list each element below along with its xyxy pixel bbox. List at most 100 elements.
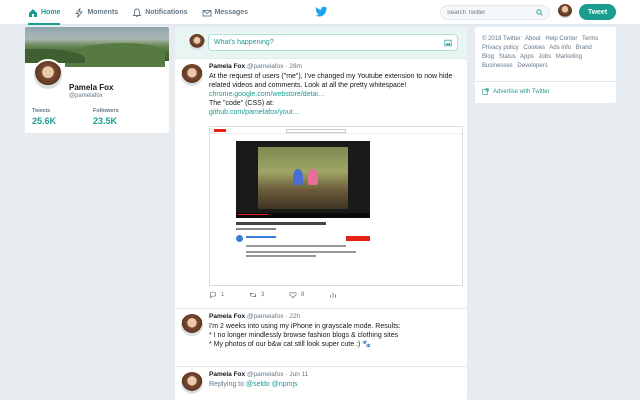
tweet-text: I'm 2 weeks into using my iPhone in gray…: [209, 322, 459, 349]
tweet-line: At the request of users ("me"), I've cha…: [209, 73, 453, 80]
analytics-action[interactable]: [329, 291, 369, 299]
advertise-label: Advertise with Twitter: [493, 88, 550, 95]
account-avatar[interactable]: [558, 4, 572, 18]
lightning-icon: [75, 7, 84, 18]
search-icon[interactable]: [536, 9, 543, 16]
footer-link-businesses[interactable]: Businesses: [482, 63, 513, 69]
video-progress-bar: [236, 213, 370, 218]
tweet-avatar[interactable]: [181, 314, 203, 336]
nav-notifications[interactable]: Notifications: [132, 0, 188, 25]
footer-link-cookies[interactable]: Cookies: [523, 45, 545, 51]
profile-banner[interactable]: [25, 27, 169, 67]
heart-icon: [289, 292, 297, 299]
nav-messages[interactable]: Messages: [202, 0, 248, 25]
tweet-author-name[interactable]: Pamela Fox: [209, 313, 245, 320]
image-search-bar: [286, 129, 346, 133]
nav-messages-label: Messages: [214, 9, 249, 16]
home-icon: [29, 8, 37, 17]
retweet-icon: [249, 292, 257, 298]
advertise-link[interactable]: Advertise with Twitter: [482, 88, 550, 95]
envelope-icon: [202, 9, 212, 16]
tweet-header: Pamela Fox @pamelafox · 28m: [209, 63, 302, 70]
tweet-button[interactable]: Tweet: [579, 4, 616, 20]
tweet-timestamp[interactable]: · 28m: [285, 63, 302, 70]
tweet-actions: 1 3 8: [209, 291, 369, 299]
puppet-blue: [293, 169, 303, 185]
tweet-reply-context: Replying to @seldo @npmjs: [209, 380, 459, 389]
image-description-line: [246, 255, 316, 257]
nav-moments[interactable]: Moments: [74, 0, 118, 25]
footer-divider: [475, 81, 616, 82]
followers-stat[interactable]: Followers 23.5K: [93, 108, 119, 126]
footer-link-status[interactable]: Status: [499, 54, 516, 60]
tweet-author-handle[interactable]: @pamelafox: [247, 371, 284, 378]
tweet-link-chrome-webstore[interactable]: chrome.google.com/webstore/detai…: [209, 90, 459, 99]
compose-box[interactable]: [208, 34, 458, 51]
external-link-icon: [482, 88, 489, 95]
image-subscribe-button: [346, 236, 370, 241]
footer-link-terms[interactable]: Terms: [582, 36, 598, 42]
image-icon[interactable]: [444, 39, 452, 47]
nav-moments-label: Moments: [87, 9, 119, 16]
like-action[interactable]: 8: [289, 291, 329, 299]
compose-input[interactable]: [214, 39, 434, 46]
tweet-line: The "code" (CSS) at:: [209, 100, 274, 107]
footer-link-ads-info[interactable]: Ads info: [549, 45, 571, 51]
top-navigation-bar: Home Moments Notifications Messages Twee…: [0, 0, 640, 25]
tweet-header: Pamela Fox @pamelafox · 22h: [209, 313, 300, 320]
reply-prefix: Replying to: [209, 381, 245, 388]
tweet-timestamp[interactable]: · Jun 11: [285, 371, 308, 378]
search-input[interactable]: [447, 9, 533, 16]
tweet-header: Pamela Fox @pamelafox · Jun 11: [209, 371, 308, 378]
footer-link-jobs[interactable]: Jobs: [538, 54, 551, 60]
tweet-line: * I no longer mindlessly browse fashion …: [209, 332, 399, 339]
nav-notifications-label: Notifications: [145, 9, 188, 16]
tweet-avatar[interactable]: [181, 64, 203, 86]
tweet-author-name[interactable]: Pamela Fox: [209, 63, 245, 70]
reply-icon: [210, 291, 217, 299]
reply-action[interactable]: 1: [209, 291, 249, 299]
reply-count: 1: [221, 292, 225, 298]
tweet[interactable]: Pamela Fox @pamelafox · 28m At the reque…: [175, 59, 467, 309]
image-channel-avatar: [236, 235, 243, 242]
footer-link-developers[interactable]: Developers: [517, 63, 547, 69]
video-scene: [258, 147, 348, 209]
compose-avatar: [189, 34, 205, 50]
retweet-action[interactable]: 3: [249, 291, 289, 299]
nav-home[interactable]: Home: [28, 0, 61, 25]
tweet-line: I'm 2 weeks into using my iPhone in gray…: [209, 323, 401, 330]
footer-link-blog[interactable]: Blog: [482, 54, 494, 60]
retweet-count: 3: [261, 292, 265, 298]
search-box[interactable]: [440, 5, 550, 20]
tweet[interactable]: Pamela Fox @pamelafox · Jun 11 Replying …: [175, 367, 467, 400]
image-video-player: [236, 141, 370, 218]
twitter-bird-icon[interactable]: [315, 6, 328, 18]
footer-link-privacy-policy[interactable]: Privacy policy: [482, 45, 519, 51]
footer-link-marketing[interactable]: Marketing: [556, 54, 582, 60]
tweet-attached-image[interactable]: [209, 126, 463, 286]
compose-area: [175, 27, 467, 59]
puppet-pink: [308, 169, 318, 185]
tweets-stat-value: 25.6K: [32, 116, 57, 126]
like-count: 8: [301, 292, 305, 298]
tweet-timestamp[interactable]: · 22h: [285, 313, 300, 320]
tweet-author-handle[interactable]: @pamelafox: [247, 63, 284, 70]
footer-link-help-center[interactable]: Help Center: [545, 36, 577, 42]
footer-link-brand[interactable]: Brand: [576, 45, 592, 51]
tweet-avatar[interactable]: [181, 372, 203, 394]
footer-card: © 2018 Twitter About Help Center Terms P…: [475, 27, 616, 103]
footer-link-apps[interactable]: Apps: [520, 54, 534, 60]
reply-to-handles[interactable]: @seldo @npmjs: [246, 381, 298, 388]
tweet[interactable]: Pamela Fox @pamelafox · 22h I'm 2 weeks …: [175, 309, 467, 367]
profile-name[interactable]: Pamela Fox: [69, 83, 113, 92]
followers-stat-label: Followers: [93, 108, 119, 114]
tweet-author-name[interactable]: Pamela Fox: [209, 371, 245, 378]
profile-handle[interactable]: @pamelafox: [69, 93, 103, 99]
tweet-author-handle[interactable]: @pamelafox: [247, 313, 284, 320]
profile-avatar[interactable]: [32, 59, 64, 91]
tweet-link-github[interactable]: github.com/pamelafox/yout…: [209, 108, 459, 117]
tweets-stat[interactable]: Tweets 25.6K: [32, 108, 56, 126]
footer-link-about[interactable]: About: [525, 36, 541, 42]
tweet-text: At the request of users ("me"), I've cha…: [209, 72, 459, 117]
footer-links: © 2018 Twitter About Help Center Terms P…: [482, 35, 610, 71]
